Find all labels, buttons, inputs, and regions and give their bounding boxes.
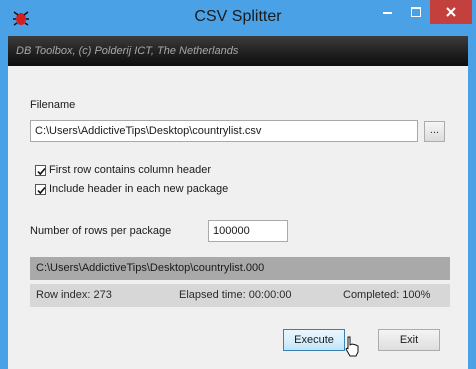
mouse-pointer-icon bbox=[345, 336, 359, 357]
csv-splitter-window: CSV Splitter DB Toolbox, (c) Polderij IC… bbox=[0, 0, 476, 369]
row-index-text: Row index: 273 bbox=[36, 289, 112, 301]
maximize-button[interactable] bbox=[402, 0, 430, 24]
completed-text: Completed: 100% bbox=[343, 289, 431, 301]
minimize-icon bbox=[382, 12, 392, 14]
current-file-path: C:\Users\AddictiveTips\Desktop\countryli… bbox=[30, 257, 450, 280]
progress-status-bar: Row index: 273 Elapsed time: 00:00:00 Co… bbox=[30, 284, 450, 307]
client-area: Filename C:\Users\AddictiveTips\Desktop\… bbox=[8, 66, 468, 369]
minimize-button[interactable] bbox=[372, 0, 402, 24]
close-icon bbox=[446, 7, 456, 17]
exit-button[interactable]: Exit bbox=[378, 329, 440, 351]
include-header-checkbox-label: Include header in each new package bbox=[49, 183, 229, 195]
browse-button[interactable]: ... bbox=[424, 121, 445, 142]
copyright-banner: DB Toolbox, (c) Polderij ICT, The Nether… bbox=[8, 36, 468, 66]
include-header-checkbox-row[interactable]: Include header in each new package bbox=[35, 183, 228, 195]
column-header-checkbox-row[interactable]: First row contains column header bbox=[35, 164, 211, 176]
filename-label: Filename bbox=[30, 99, 76, 111]
execute-button[interactable]: Execute bbox=[283, 329, 345, 351]
filename-field[interactable]: C:\Users\AddictiveTips\Desktop\countryli… bbox=[30, 120, 418, 142]
checkmark-icon bbox=[37, 186, 46, 194]
maximize-icon bbox=[411, 7, 421, 17]
close-button[interactable] bbox=[430, 0, 472, 24]
rows-per-package-field[interactable]: 100000 bbox=[208, 220, 288, 242]
rows-per-package-label: Number of rows per package bbox=[30, 225, 172, 237]
include-header-checkbox[interactable] bbox=[35, 183, 46, 195]
checkmark-icon bbox=[37, 167, 46, 175]
column-header-checkbox-label: First row contains column header bbox=[49, 164, 212, 176]
title-bar[interactable]: CSV Splitter bbox=[0, 0, 476, 36]
elapsed-time-text: Elapsed time: 00:00:00 bbox=[179, 289, 292, 301]
column-header-checkbox[interactable] bbox=[35, 164, 46, 176]
